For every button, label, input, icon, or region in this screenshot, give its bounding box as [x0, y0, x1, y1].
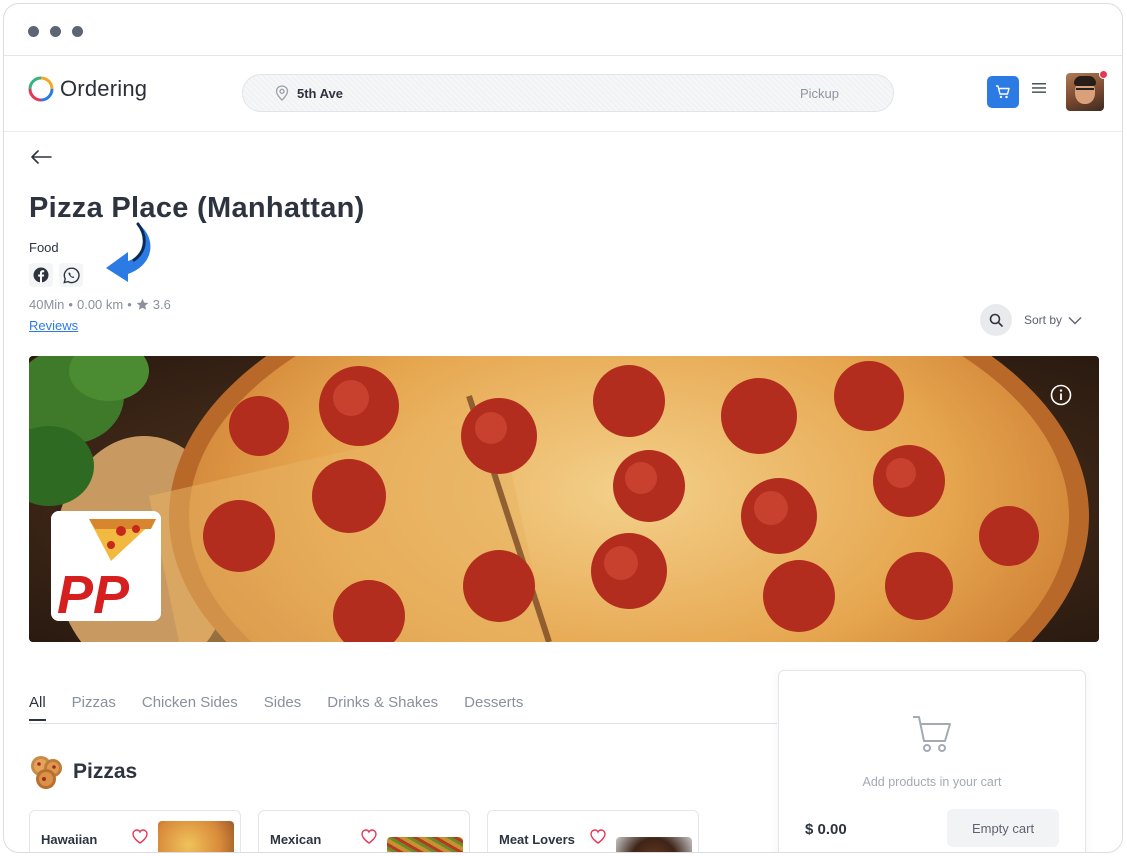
empty-cart-button[interactable]: Empty cart	[947, 809, 1059, 847]
location-pin-icon	[275, 85, 289, 101]
meta-separator: •	[127, 297, 132, 312]
store-logo-text: PP	[57, 565, 130, 621]
product-name: Mexican	[270, 832, 322, 847]
product-image	[387, 837, 463, 852]
store-banner-image	[29, 356, 1099, 642]
sort-by-dropdown[interactable]: Sort by	[1024, 313, 1082, 327]
cart-total: $ 0.00	[805, 821, 847, 838]
search-icon	[989, 313, 1003, 327]
tab-desserts[interactable]: Desserts	[464, 694, 523, 721]
user-avatar[interactable]	[1066, 73, 1104, 111]
store-logo: PP	[51, 511, 161, 621]
facebook-button[interactable]	[29, 263, 53, 287]
pizza-photo	[29, 356, 1099, 642]
empty-cart-message: Add products in your cart	[862, 775, 1002, 789]
delivery-time: 40Min	[29, 297, 65, 312]
delivery-address[interactable]: 5th Ave	[297, 86, 343, 101]
category-image	[31, 756, 62, 789]
tab-all[interactable]: All	[29, 694, 46, 721]
order-mode[interactable]: Pickup	[800, 86, 839, 101]
meta-separator: •	[68, 297, 73, 312]
cart-icon	[996, 85, 1010, 99]
hamburger-menu-icon[interactable]	[1032, 82, 1046, 94]
facebook-icon	[33, 267, 49, 283]
product-card[interactable]: Meat Lovers	[487, 810, 699, 852]
product-search-button[interactable]	[980, 304, 1012, 336]
tab-sides[interactable]: Sides	[264, 694, 302, 721]
window-control-dot[interactable]	[50, 26, 61, 37]
product-card[interactable]: Hawaiian	[29, 810, 241, 852]
heart-icon[interactable]	[361, 829, 377, 844]
whatsapp-icon	[62, 266, 80, 283]
info-icon[interactable]	[1050, 384, 1072, 406]
store-distance: 0.00 km	[76, 297, 124, 312]
product-name: Meat Lovers	[499, 832, 575, 847]
sort-by-label: Sort by	[1024, 313, 1063, 327]
app-header: Ordering 5th Ave Pickup	[4, 56, 1122, 132]
pointer-arrow-icon	[106, 222, 151, 282]
reviews-link[interactable]: Reviews	[29, 318, 78, 333]
avatar-glasses	[1076, 88, 1094, 92]
window-control-dot[interactable]	[72, 26, 83, 37]
window-titlebar	[4, 4, 1122, 56]
back-arrow-icon[interactable]	[30, 150, 52, 164]
product-name: Hawaiian	[41, 832, 98, 847]
ordering-logo-icon	[28, 76, 54, 102]
store-meta: 40Min • 0.00 km • 3.6	[29, 297, 171, 312]
store-logo-image: PP	[51, 511, 161, 621]
app-logo[interactable]: Ordering	[28, 76, 147, 102]
window-control-dot[interactable]	[28, 26, 39, 37]
category-tabs: All Pizzas Chicken Sides Sides Drinks & …	[29, 694, 523, 721]
store-category: Food	[29, 240, 59, 255]
empty-cart-icon	[913, 716, 951, 752]
cart-button[interactable]	[987, 76, 1019, 108]
store-title: Pizza Place (Manhattan)	[29, 192, 365, 224]
product-card[interactable]: Mexican	[258, 810, 470, 852]
address-search-bar[interactable]: 5th Ave Pickup	[242, 74, 894, 112]
tab-drinks-shakes[interactable]: Drinks & Shakes	[327, 694, 438, 721]
section-header: Pizzas	[29, 754, 137, 790]
tab-pizzas[interactable]: Pizzas	[72, 694, 116, 721]
tab-chicken-sides[interactable]: Chicken Sides	[142, 694, 238, 721]
whatsapp-button[interactable]	[59, 263, 83, 287]
cart-panel: Add products in your cart $ 0.00 Empty c…	[778, 670, 1086, 852]
star-icon	[136, 298, 149, 310]
heart-icon[interactable]	[590, 829, 606, 844]
store-rating: 3.6	[152, 297, 171, 312]
logo-text: Ordering	[60, 76, 148, 101]
browser-window: Ordering 5th Ave Pickup Pizza Place (Man…	[3, 3, 1123, 853]
heart-icon[interactable]	[132, 829, 148, 844]
tabs-divider	[29, 723, 777, 724]
product-image	[158, 821, 234, 852]
avatar-hair	[1074, 76, 1096, 86]
product-image	[616, 837, 692, 852]
notification-badge	[1099, 70, 1108, 79]
chevron-down-icon	[1068, 316, 1082, 324]
section-title: Pizzas	[73, 760, 138, 783]
